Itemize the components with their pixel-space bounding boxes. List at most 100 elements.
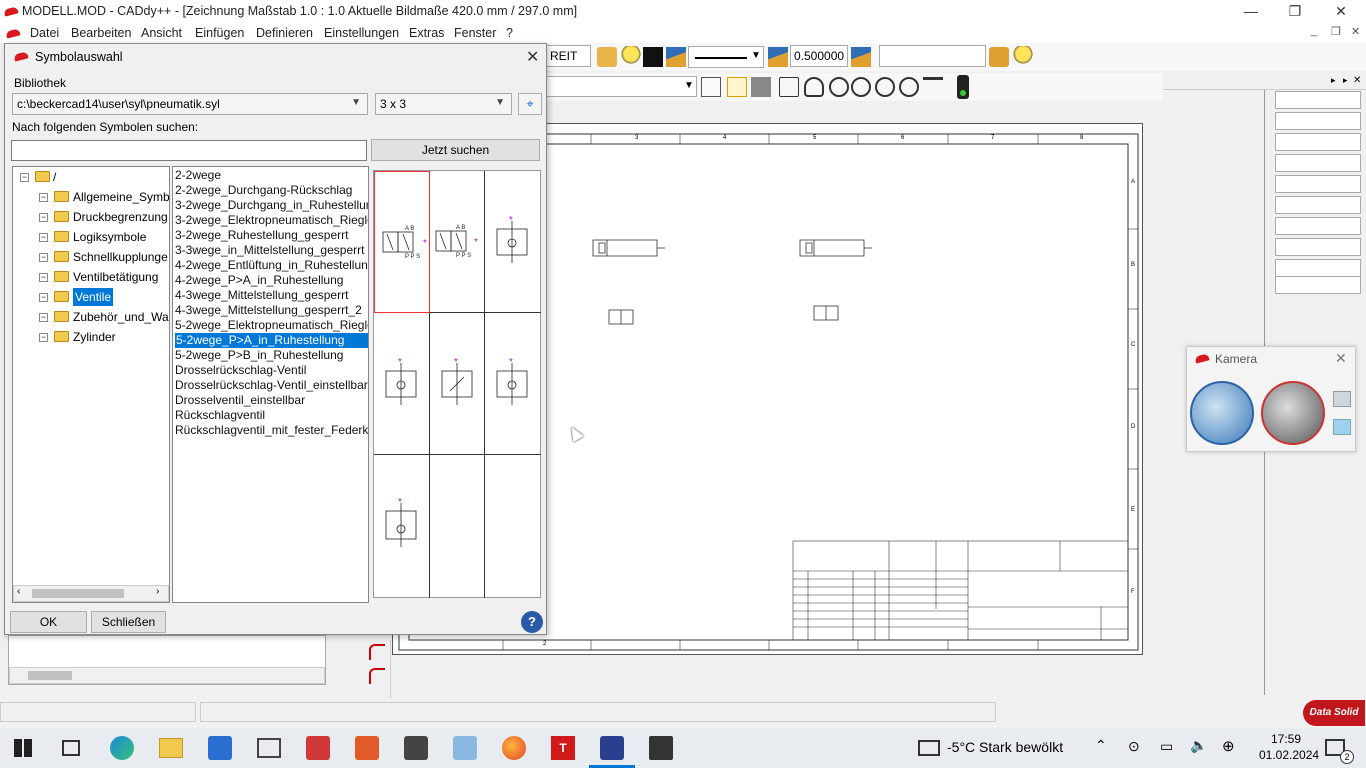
blank-toolbar-field[interactable] [879, 45, 986, 67]
symbol-preview-grid[interactable]: P P S A B * P P S A B * * * * * * [373, 170, 541, 598]
file-explorer-icon[interactable] [159, 738, 183, 758]
scrollbar-thumb[interactable] [32, 589, 124, 598]
symbol-cell[interactable]: * [485, 313, 541, 455]
property-cell[interactable] [1275, 112, 1361, 130]
expand-icon[interactable]: − [39, 193, 48, 202]
color-black-icon[interactable] [643, 47, 663, 67]
clock-date[interactable]: 01.02.2024 [1259, 748, 1319, 762]
horizontal-scrollbar[interactable] [395, 680, 1143, 694]
network-icon[interactable]: ⊙ [1128, 738, 1140, 755]
list-item[interactable]: 3-2wege_Durchgang_in_Ruhestellung [175, 198, 368, 213]
symbol-list[interactable]: 2-2wege 2-2wege_Durchgang-Rückschlag 3-2… [172, 166, 369, 603]
symbol-cell[interactable]: * [430, 313, 485, 455]
menu-app-icon[interactable] [5, 28, 21, 39]
menu-ansicht[interactable]: Ansicht [141, 26, 182, 40]
expand-icon[interactable]: − [39, 313, 48, 322]
traffic-light-icon[interactable] [957, 75, 969, 99]
property-cell[interactable] [1275, 154, 1361, 172]
symbol-cell[interactable]: * [374, 313, 430, 455]
tree-item[interactable]: Druckbegrenzung [73, 208, 168, 226]
search-button[interactable]: Jetzt suchen [371, 139, 540, 161]
menu-bearbeiten[interactable]: Bearbeiten [71, 26, 131, 40]
tree-item[interactable]: Logiksymbole [73, 228, 146, 246]
list-item[interactable]: Drosselrückschlag-Ventil [175, 363, 306, 378]
expand-icon[interactable]: − [39, 333, 48, 342]
property-cell[interactable] [1275, 217, 1361, 235]
list-item[interactable]: 2-2wege_Durchgang-Rückschlag [175, 183, 352, 198]
symbol-cell[interactable] [485, 455, 541, 598]
caddy-active-icon[interactable] [600, 736, 624, 760]
group-tool-icon[interactable] [989, 47, 1009, 67]
app-blue-icon[interactable] [453, 736, 477, 760]
list-item[interactable]: Rückschlagventil [175, 408, 265, 423]
symbol-cell-selected[interactable]: P P S A B * [374, 171, 430, 313]
app-red-icon[interactable] [306, 736, 330, 760]
zoom-all-icon[interactable] [875, 77, 895, 97]
list-item[interactable]: Drosselrückschlag-Ventil_einstellbar [175, 378, 368, 393]
mdi-minimize-button[interactable]: _ [1311, 25, 1317, 37]
collapse-icon[interactable]: − [20, 173, 29, 182]
firefox-icon[interactable] [502, 736, 526, 760]
symbol-cell[interactable]: P P S A B * [430, 171, 485, 313]
expand-icon[interactable]: − [39, 213, 48, 222]
menu-fenster[interactable]: Fenster [454, 26, 496, 40]
language-globe-icon[interactable]: ⊕ [1222, 737, 1235, 755]
scroll-left-icon[interactable]: ‹ [17, 586, 20, 597]
locate-button[interactable]: ⌖ [518, 93, 542, 115]
panel-scrollbar[interactable] [9, 667, 325, 684]
app-orange-icon[interactable] [355, 736, 379, 760]
tree-item-selected[interactable]: Ventile [73, 288, 114, 306]
panel-close-icon[interactable]: ✕ [1353, 75, 1361, 86]
list-item[interactable]: 3-3wege_in_Mittelstellung_gesperrt [175, 243, 364, 258]
zoom-previous-icon[interactable] [899, 77, 919, 97]
view-select[interactable]: ▼ [545, 76, 697, 97]
calculator-icon[interactable] [404, 736, 428, 760]
menu-extras[interactable]: Extras [409, 26, 444, 40]
tray-chevron-icon[interactable]: ⌃ [1095, 737, 1107, 754]
menu-einfuegen[interactable]: Einfügen [195, 26, 244, 40]
photos-icon[interactable] [649, 736, 673, 760]
ok-button[interactable]: OK [10, 611, 87, 633]
lightbulb-icon[interactable] [621, 46, 641, 66]
expand-icon[interactable]: − [39, 293, 48, 302]
list-item[interactable]: 4-3wege_Mittelstellung_gesperrt_2 [175, 303, 362, 318]
scrollbar-thumb[interactable] [28, 671, 72, 680]
symbol-cell[interactable]: * [374, 455, 430, 598]
zoom-in-icon[interactable] [829, 77, 849, 97]
clock-time[interactable]: 17:59 [1271, 732, 1301, 746]
tree-item[interactable]: Zubehör_und_Wa [73, 308, 169, 326]
list-item[interactable]: Rückschlagventil_mit_fester_Federkra [175, 423, 368, 438]
close-button[interactable]: Schließen [91, 611, 166, 633]
list-item-selected[interactable]: 5-2wege_P>A_in_Ruhestellung [175, 333, 368, 348]
vertical-scrollbar[interactable] [1148, 105, 1160, 675]
store-icon[interactable] [208, 736, 232, 760]
restore-button[interactable]: ❐ [1272, 0, 1318, 23]
search-input[interactable] [11, 140, 367, 161]
battery-icon[interactable]: ▭ [1160, 738, 1173, 755]
mail-icon[interactable] [257, 738, 281, 758]
zoom-window-icon[interactable] [779, 77, 799, 97]
weather-text[interactable]: -5°C Stark bewölkt [947, 739, 1063, 755]
select-tool-icon[interactable] [751, 77, 771, 97]
scroll-right-icon[interactable]: › [156, 586, 159, 597]
kamera-close-icon[interactable]: ✕ [1335, 350, 1347, 367]
cube-view-icon[interactable] [1333, 391, 1351, 407]
property-cell[interactable] [1275, 133, 1361, 151]
expand-icon[interactable]: − [39, 253, 48, 262]
close-window-button[interactable]: ✕ [1318, 0, 1364, 23]
arc2-tool-icon[interactable] [369, 668, 385, 684]
property-cell[interactable] [1275, 175, 1361, 193]
redraw-icon[interactable] [923, 77, 943, 97]
symbol-cell[interactable] [430, 455, 485, 598]
arc-tool-icon[interactable] [369, 644, 385, 660]
snap-tool-icon[interactable] [701, 77, 721, 97]
menu-datei[interactable]: Datei [30, 26, 59, 40]
start-windows-icon[interactable] [14, 739, 32, 757]
folder-tool-icon[interactable] [597, 47, 617, 67]
weather-icon[interactable] [918, 740, 940, 756]
minimize-button[interactable]: — [1228, 0, 1274, 23]
tree-item[interactable]: Zylinder [73, 328, 116, 346]
task-view-icon[interactable] [62, 740, 80, 756]
layer-icon[interactable] [666, 47, 686, 67]
library-select[interactable]: c:\beckercad14\user\syl\pneumatik.syl ▼ [12, 93, 368, 115]
